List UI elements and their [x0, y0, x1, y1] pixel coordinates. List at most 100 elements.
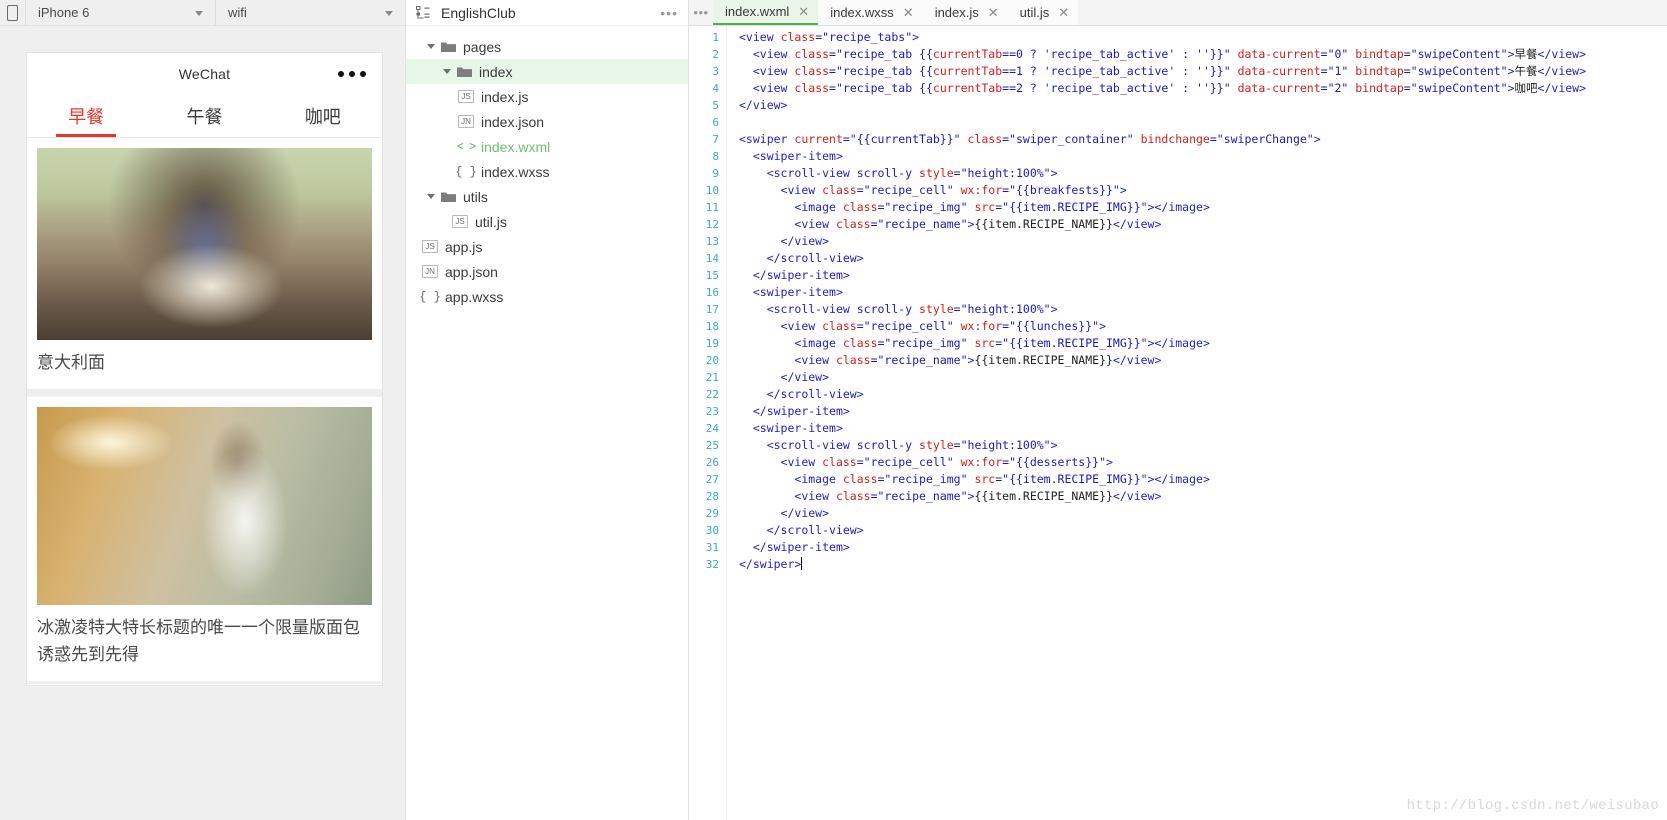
code-content[interactable]: <view class="recipe_tabs"> <view class="… — [727, 26, 1667, 820]
editor-tab-index-wxml[interactable]: index.wxml ✕ — [713, 0, 819, 25]
network-select[interactable]: wifi — [216, 0, 405, 25]
code-line: </scroll-view> — [766, 251, 864, 265]
close-icon[interactable]: ✕ — [1058, 6, 1069, 19]
line-number: 3 — [712, 65, 719, 78]
wxss-badge: { } — [419, 289, 441, 304]
tree-item-app-wxss[interactable]: { } app.wxss — [406, 284, 688, 309]
tree-item-app-json[interactable]: JN app.json — [406, 259, 688, 284]
code-line: <swiper current="{{currentTab}}" class="… — [739, 132, 1321, 146]
recipe-image — [37, 407, 372, 605]
line-number: 17 — [705, 303, 719, 316]
code-line: <view class="recipe_tab {{currentTab==1 … — [752, 64, 1587, 78]
editor-pane: ••• index.wxml ✕ index.wxss ✕ index.js ✕… — [689, 0, 1667, 820]
recipe-cell[interactable]: 意大利面 — [27, 138, 382, 389]
line-number: 27 — [705, 473, 719, 486]
tree-item-index-json[interactable]: JN index.json — [406, 109, 688, 134]
line-number: 10 — [705, 184, 719, 197]
editor-tab-label: index.wxss — [830, 5, 894, 20]
chevron-down-icon[interactable] — [424, 194, 438, 199]
preview-navbar: WeChat — [27, 53, 382, 95]
editor-tab-util-js[interactable]: util.js ✕ — [1007, 0, 1079, 25]
tree-item-utils[interactable]: utils — [406, 184, 688, 209]
recipe-tab-label: 咖吧 — [304, 107, 341, 128]
simulator-stage: WeChat 早餐 午餐 咖吧 意大利面 冰激凌特大特长标题的唯一一个限量版面包… — [0, 26, 405, 820]
more-dots-icon[interactable]: ••• — [660, 6, 678, 20]
tree-item-label: app.json — [445, 263, 498, 280]
more-dots-icon[interactable]: ••• — [689, 0, 713, 25]
editor-tab-label: index.wxml — [725, 4, 790, 19]
code-line: </swiper> — [739, 557, 803, 571]
recipe-tab-breakfast[interactable]: 早餐 — [27, 95, 145, 137]
recipe-tab-label: 午餐 — [186, 107, 223, 128]
wxss-file-icon: { } — [419, 289, 441, 304]
code-editor[interactable]: 1 2 3 4 5 6 7 8 9 10 11 12 13 14 15 16 17 18 19 20 21 22 23 24 2… — [689, 26, 1667, 820]
tree-item-label: index.js — [481, 88, 529, 105]
chevron-down-icon[interactable] — [440, 69, 454, 74]
phone-preview: WeChat 早餐 午餐 咖吧 意大利面 冰激凌特大特长标题的唯一一个限量版面包… — [27, 53, 382, 685]
editor-tab-index-js[interactable]: index.js ✕ — [922, 0, 1008, 25]
line-number: 15 — [705, 269, 719, 282]
code-line: <scroll-view scroll-y style="height:100%… — [766, 302, 1058, 316]
simulator-pane: iPhone 6 wifi WeChat 早餐 午餐 咖吧 意大利面 冰激凌特大… — [0, 0, 405, 820]
code-line: <view class="recipe_name">{{item.RECIPE_… — [794, 489, 1162, 503]
code-line: <image class="recipe_img" src="{{item.RE… — [794, 200, 1210, 214]
editor-tab-index-wxss[interactable]: index.wxss ✕ — [818, 0, 923, 25]
recipe-tab-cafe[interactable]: 咖吧 — [264, 95, 382, 137]
tree-item-pages[interactable]: pages — [406, 34, 688, 59]
line-number: 21 — [705, 371, 719, 384]
line-number: 20 — [705, 354, 719, 367]
tree-item-index-wxss[interactable]: { } index.wxss — [406, 159, 688, 184]
code-line: </scroll-view> — [766, 523, 864, 537]
json-file-icon: JN — [456, 115, 476, 128]
network-select-value: wifi — [228, 5, 247, 20]
wechat-devtools-window: iPhone 6 wifi WeChat 早餐 午餐 咖吧 意大利面 冰激凌特大… — [0, 0, 1667, 820]
js-file-icon: JS — [420, 240, 440, 253]
wxml-file-icon: < > — [456, 139, 477, 154]
wxml-badge: < > — [456, 139, 477, 154]
code-line: <scroll-view scroll-y style="height:100%… — [766, 166, 1058, 180]
code-line: <swiper-item> — [752, 149, 843, 163]
tree-item-index-wxml[interactable]: < > index.wxml — [406, 134, 688, 159]
device-select-value: iPhone 6 — [38, 5, 90, 20]
project-structure-icon — [410, 0, 436, 25]
code-line: </view> — [739, 98, 788, 112]
line-number: 25 — [705, 439, 719, 452]
swiper-container[interactable]: 意大利面 冰激凌特大特长标题的唯一一个限量版面包诱惑先到先得 — [27, 138, 382, 684]
chevron-down-icon[interactable] — [424, 44, 438, 49]
phone-outline-icon[interactable] — [0, 0, 26, 25]
line-number: 12 — [705, 218, 719, 231]
recipe-tabs: 早餐 午餐 咖吧 — [27, 95, 382, 138]
editor-tab-label: index.js — [934, 5, 979, 20]
preview-title: WeChat — [178, 66, 231, 82]
recipe-tab-lunch[interactable]: 午餐 — [145, 95, 263, 137]
recipe-cell[interactable]: 冰激凌特大特长标题的唯一一个限量版面包诱惑先到先得 — [27, 397, 382, 681]
line-number: 14 — [705, 252, 719, 265]
close-icon[interactable]: ✕ — [903, 6, 914, 19]
code-line: <view class="recipe_cell" wx:for="{{brea… — [780, 183, 1127, 197]
code-line: <view class="recipe_cell" wx:for="{{dess… — [780, 455, 1113, 469]
file-tree-list: pages index JS index.js JN index.json < … — [406, 26, 688, 309]
code-line: </swiper-item> — [752, 540, 850, 554]
tree-item-label: app.wxss — [445, 288, 504, 305]
file-tree-header: EnglishClub ••• — [406, 0, 688, 26]
simulator-toolbar: iPhone 6 wifi — [0, 0, 405, 26]
tree-item-util-js[interactable]: JS util.js — [406, 209, 688, 234]
code-line: <view class="recipe_cell" wx:for="{{lunc… — [780, 319, 1107, 333]
tree-item-index-js[interactable]: JS index.js — [406, 84, 688, 109]
line-number: 7 — [712, 133, 719, 146]
tree-item-index-folder[interactable]: index — [406, 59, 688, 84]
close-icon[interactable]: ✕ — [988, 6, 999, 19]
line-number: 18 — [705, 320, 719, 333]
code-line: <view class="recipe_tab {{currentTab==2 … — [752, 81, 1587, 95]
tree-item-app-js[interactable]: JS app.js — [406, 234, 688, 259]
line-number: 23 — [705, 405, 719, 418]
close-icon[interactable]: ✕ — [798, 5, 809, 18]
folder-icon — [454, 66, 474, 78]
more-dots-icon[interactable] — [338, 71, 366, 77]
js-badge: JS — [422, 240, 438, 253]
line-number: 2 — [712, 48, 719, 61]
line-number: 1 — [712, 31, 719, 44]
chevron-down-icon — [385, 10, 393, 16]
device-select[interactable]: iPhone 6 — [26, 0, 216, 25]
